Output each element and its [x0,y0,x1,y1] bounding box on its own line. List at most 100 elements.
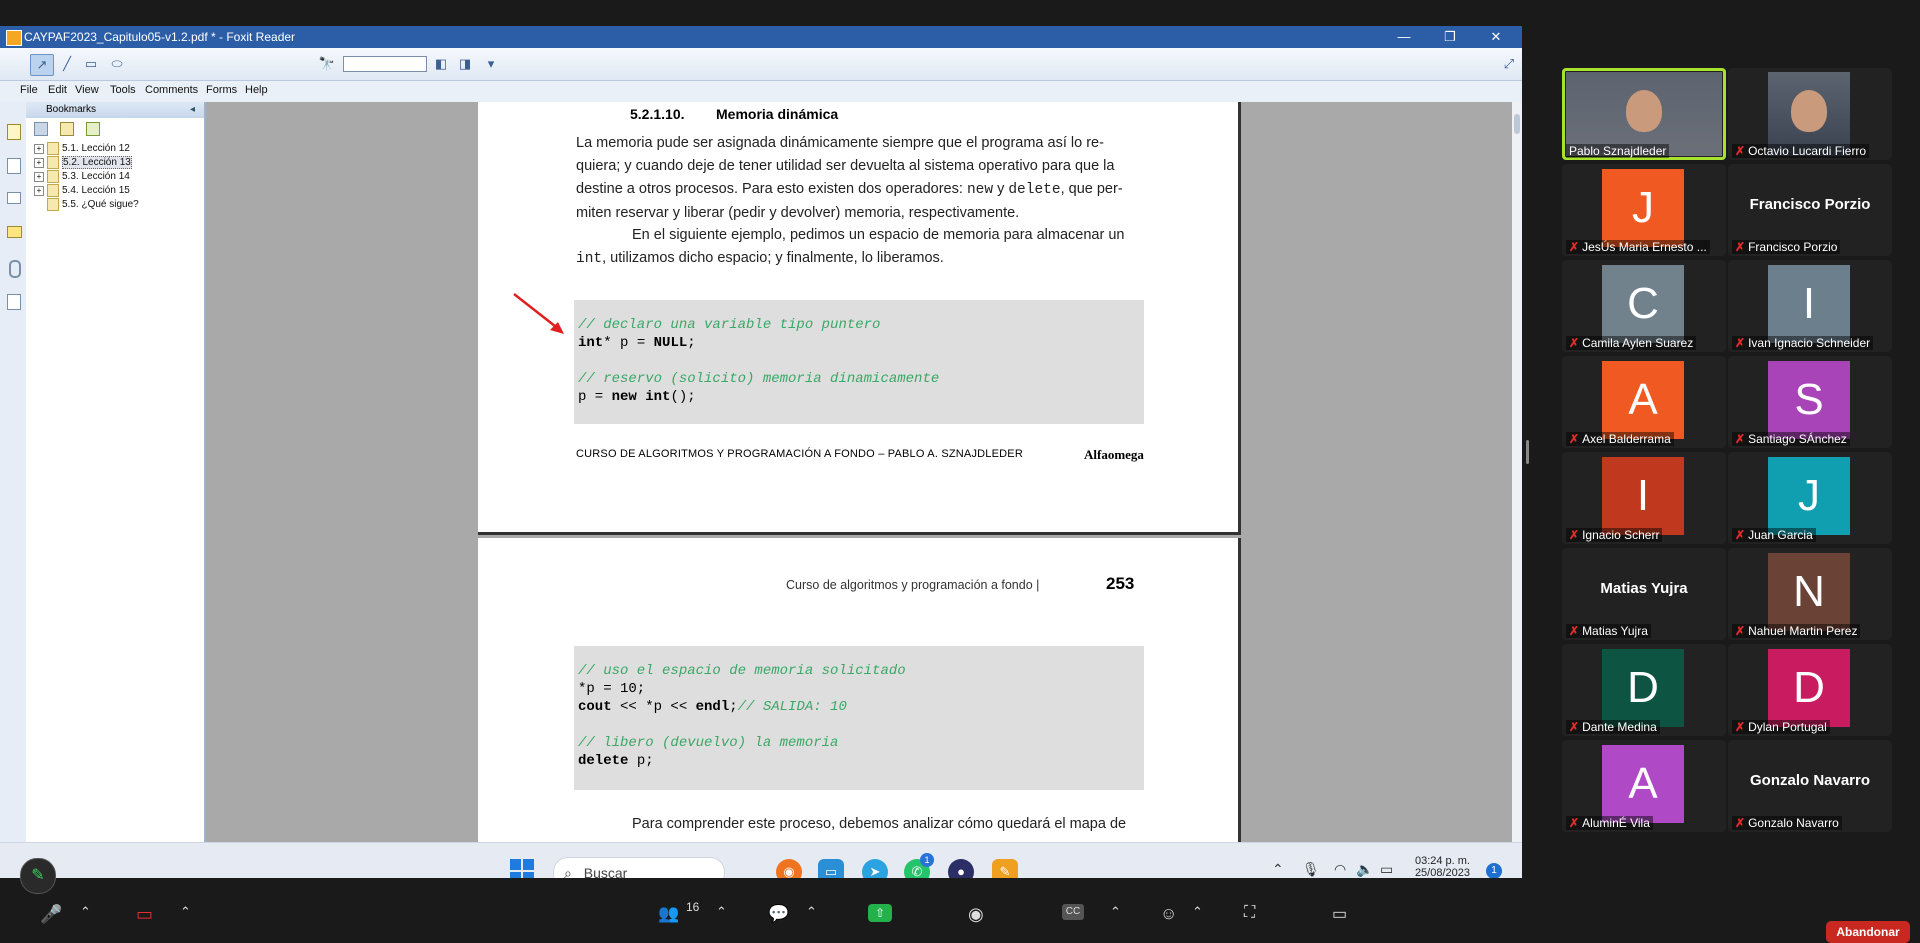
scroll-thumb[interactable] [1514,114,1520,134]
avatar: A [1602,745,1684,823]
whiteboard-icon[interactable]: ▭ [1332,904,1347,924]
comment-icon[interactable] [7,226,22,238]
red-arrow-annotation[interactable] [512,292,568,338]
desktop-icon[interactable]: ▭ [818,859,844,878]
chat-icon[interactable]: 💬 [768,904,789,924]
volume-icon[interactable]: 🔈 [1356,861,1373,878]
battery-icon[interactable]: ▭ [1380,861,1393,878]
participant-tile[interactable]: A ✗ AluminÉ Vila [1562,740,1726,832]
collapse-panel-icon[interactable]: ◂ [190,102,195,118]
wifi-icon[interactable]: ◠ [1334,861,1346,878]
eclipse-icon[interactable]: ● [948,859,974,878]
participant-tile[interactable]: Francisco Porzio ✗ Francisco Porzio [1728,164,1892,256]
foxit-taskbar-icon[interactable]: ✎ [992,859,1018,878]
restore-button[interactable]: ❐ [1428,26,1472,48]
participant-tile[interactable]: Pablo Sznajdleder [1562,68,1726,160]
chat-chevron-icon[interactable]: ⌃ [806,904,817,920]
rectangle-tool-icon[interactable]: ▭ [80,54,102,74]
menu-forms[interactable]: Forms [206,84,237,96]
annotate-pen-button[interactable]: ✎ [20,858,56,894]
menu-edit[interactable]: Edit [48,84,67,96]
leave-button[interactable]: Abandonar [1826,921,1910,943]
expand-icon[interactable]: ⤢ [1498,54,1520,74]
participant-tile[interactable]: C ✗ Camila Aylen Suarez [1562,260,1726,352]
close-button[interactable]: ✕ [1474,26,1518,48]
avatar: C [1602,265,1684,343]
clock[interactable]: 03:24 p. m. 25/08/2023 [1406,855,1470,878]
find-previous-icon[interactable]: ◧ [430,54,452,74]
bookmark-item[interactable]: +5.3. Lección 14 [34,170,130,183]
participant-tile[interactable]: Matias Yujra ✗ Matias Yujra [1562,548,1726,640]
participant-tile[interactable]: S ✗ Santiago SÁnchez [1728,356,1892,448]
vertical-scrollbar[interactable] [1512,102,1522,878]
participant-tile[interactable]: D ✗ Dante Medina [1562,644,1726,736]
signature-icon[interactable] [7,192,21,204]
expand-bookmark-icon[interactable] [60,122,74,136]
microphone-tray-icon[interactable]: 🎙 [1302,861,1320,878]
windows-start-icon[interactable] [510,859,534,878]
avatar: J [1602,169,1684,247]
minimize-button[interactable]: — [1382,26,1426,48]
bookmark-item[interactable]: +5.1. Lección 12 [34,142,130,155]
participant-tile[interactable]: N ✗ Nahuel Martin Perez [1728,548,1892,640]
pdf-page-252: 5.2.1.10. Memoria dinámica La memoria pu… [478,102,1241,535]
bookmark-item[interactable]: +5.2. Lección 13 [34,156,132,170]
ellipse-tool-icon[interactable]: ⬭ [106,54,128,74]
panel-resize-handle[interactable] [1526,440,1529,464]
menu-view[interactable]: View [75,84,99,96]
participant-tile[interactable]: I ✗ Ignacio Scherr [1562,452,1726,544]
participant-tile[interactable]: Gonzalo Navarro ✗ Gonzalo Navarro [1728,740,1892,832]
firefox-icon[interactable]: ◉ [776,859,802,878]
attachment-icon[interactable] [9,260,21,278]
menu-file[interactable]: File [20,84,38,96]
pages-icon[interactable] [7,124,21,140]
delete-bookmark-icon[interactable] [34,122,48,136]
notification-badge[interactable]: 1 [1486,863,1502,878]
participants-chevron-icon[interactable]: ⌃ [716,904,727,920]
menu-help[interactable]: Help [245,84,268,96]
menu-comments[interactable]: Comments [145,84,198,96]
taskbar-search[interactable]: ⌕ Buscar [553,857,725,878]
share-screen-icon[interactable]: ⇧ [868,904,892,922]
participant-name-label: ✗ Octavio Lucardi Fierro [1732,144,1870,158]
audio-options-chevron-icon[interactable]: ⌃ [80,904,91,920]
participant-name: Santiago SÁnchez [1748,432,1847,446]
bookmark-item[interactable]: 5.5. ¿Qué sigue? [34,198,139,211]
participant-name-label: ✗ Juan Garcia [1732,528,1816,542]
find-input[interactable] [343,56,427,72]
record-icon[interactable]: ◉ [968,904,984,925]
reactions-chevron-icon[interactable]: ⌃ [1192,904,1203,920]
mute-mic-icon[interactable]: 🎤 [40,904,62,925]
whatsapp-badge: 1 [920,853,934,867]
participant-tile[interactable]: J ✗ Juan Garcia [1728,452,1892,544]
participants-icon[interactable]: 👥 [658,904,679,924]
code-block-2: // uso el espacio de memoria solicitado … [574,646,1144,790]
form-icon[interactable] [7,294,21,310]
find-icon[interactable]: 🔭 [316,54,338,74]
video-options-chevron-icon[interactable]: ⌃ [180,904,191,920]
stop-video-icon[interactable]: ▭ [136,904,153,925]
find-next-icon[interactable]: ◨ [454,54,476,74]
participant-tile[interactable]: J ✗ JesÚs Maria Ernesto ... [1562,164,1726,256]
document-viewer[interactable]: 5.2.1.10. Memoria dinámica La memoria pu… [206,102,1512,878]
reactions-icon[interactable]: ☺ [1160,904,1177,924]
layers-icon[interactable] [7,158,21,174]
muted-mic-icon: ✗ [1735,336,1746,350]
telegram-icon[interactable]: ➤ [862,859,888,878]
participant-tile[interactable]: I ✗ Ivan Ignacio Schneider [1728,260,1892,352]
captions-icon[interactable]: CC [1062,904,1084,920]
bookmark-item[interactable]: +5.4. Lección 15 [34,184,130,197]
participant-name: Matias Yujra [1582,624,1648,638]
line-tool-icon[interactable]: ╱ [56,54,78,74]
apps-icon[interactable]: ⛶ [1244,904,1255,922]
menu-tools[interactable]: Tools [110,84,136,96]
new-bookmark-icon[interactable] [86,122,100,136]
participant-tile[interactable]: A ✗ Axel Balderrama [1562,356,1726,448]
tray-chevron-icon[interactable]: ⌃ [1272,861,1284,878]
find-options-icon[interactable]: ▾ [480,54,502,74]
captions-chevron-icon[interactable]: ⌃ [1110,904,1121,920]
arrow-tool-icon[interactable]: ↗ [30,54,54,76]
participant-tile[interactable]: ✗ Octavio Lucardi Fierro [1728,68,1892,160]
participant-tile[interactable]: D ✗ Dylan Portugal [1728,644,1892,736]
participant-name-label: ✗ Francisco Porzio [1732,240,1841,254]
